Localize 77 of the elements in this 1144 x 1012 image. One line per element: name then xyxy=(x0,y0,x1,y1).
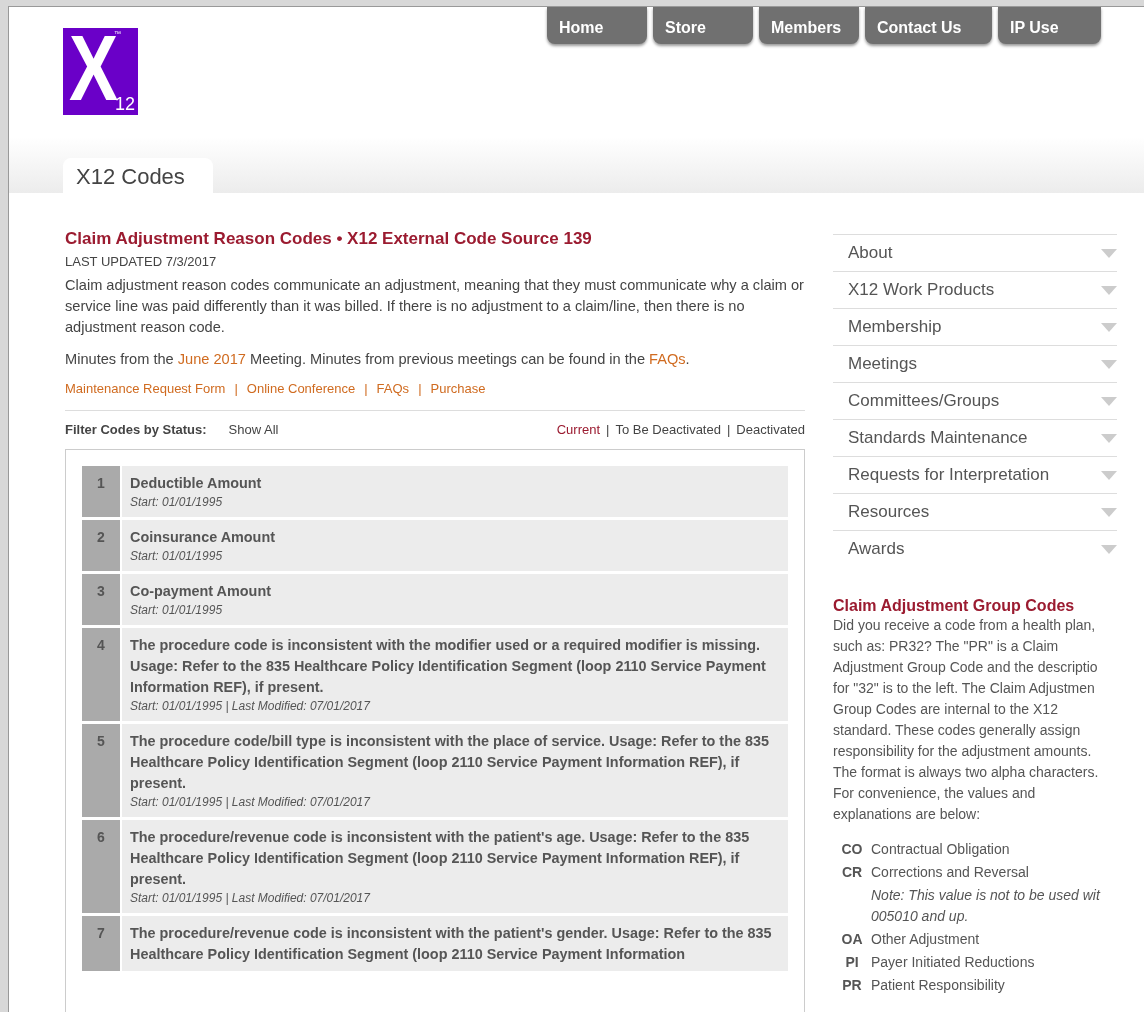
intro-paragraph: Claim adjustment reason codes communicate an adjustment, meaning that they must communicate why a claim or service line was paid differently than it was billed. If there is no adjustment to a claim/line, then there is no adjustment reason code. xyxy=(65,276,805,337)
sidebar-menu-item[interactable]: Awards xyxy=(833,530,1117,567)
page-title: Claim Adjustment Reason Codes • X12 External Code Source 139 xyxy=(65,229,593,249)
chevron-down-icon xyxy=(1101,544,1117,554)
code-dates: Start: 01/01/1995 | Last Modified: 07/01/2017 xyxy=(130,794,372,811)
sidebar-menu-item[interactable]: About xyxy=(833,234,1117,271)
chevron-down-icon xyxy=(1101,470,1117,480)
chevron-down-icon xyxy=(1101,248,1117,258)
section-tab[interactable]: X12 Codes xyxy=(63,158,213,193)
code-description: The procedure code is inconsistent with the modifier used or a required modifier is missing. Usage: Refer to the 835 Healthcare Policy Identification Segment (loop 2110 Service Payment Information REF), if present. xyxy=(130,636,767,697)
separator: | xyxy=(726,422,731,437)
group-codes-paragraph: Did you receive a code from a health plan, such as: PR32? The "PR" is a Claim Adjustment Group Code and the descriptio for "32" is to the left. The Claim Adjustmen Group Codes are internal to the X12 standard. These codes generally assign responsibility for the adjustment amounts. The format is always two alpha characters. For convenience, the values and explanations are below: xyxy=(833,616,1100,824)
minutes-paragraph: Minutes from the June 2017 Meeting. Minutes from previous meetings can be found in the FAQs. xyxy=(65,350,691,369)
resource-link[interactable]: Online Conference xyxy=(246,381,356,396)
code-number: 5 xyxy=(82,724,120,817)
nav-tab[interactable]: Store xyxy=(653,7,753,44)
group-code-meaning: Payer Initiated Reductions xyxy=(871,953,1036,972)
sidebar-menu-item[interactable]: Requests for Interpretation xyxy=(833,456,1117,493)
separator: | xyxy=(606,422,610,437)
group-code: OA xyxy=(840,930,864,949)
code-description: Coinsurance Amount xyxy=(130,528,276,547)
code-dates: Start: 01/01/1995 xyxy=(130,494,224,511)
last-updated: LAST UPDATED 7/3/2017 xyxy=(65,254,218,269)
chevron-down-icon xyxy=(1101,507,1117,517)
chevron-down-icon xyxy=(1101,359,1117,369)
code-description: Deductible Amount xyxy=(130,474,263,493)
group-code-meaning: Corrections and Reversal xyxy=(871,863,1030,882)
group-code-note: Note: This value is not to be used wit 005010 and up. xyxy=(871,886,1102,926)
code-description: The procedure/revenue code is inconsistent with the patient's age. Usage: Refer to the 835 Healthcare Policy Identification Segment (loop 2110 Service Payment Information REF), if present. xyxy=(130,828,751,889)
sidebar-menu-item[interactable]: Standards Maintenance xyxy=(833,419,1117,456)
code-number: 7 xyxy=(82,916,120,971)
separator: | xyxy=(418,381,422,396)
sidebar-menu-item[interactable]: Committees/Groups xyxy=(833,382,1117,419)
filter-label: Filter Codes by Status: xyxy=(65,422,207,437)
group-code: CO xyxy=(840,840,864,859)
sidebar-menu-item[interactable]: Resources xyxy=(833,493,1117,530)
minutes-link[interactable]: FAQs xyxy=(649,351,686,367)
nav-tab[interactable]: Home xyxy=(547,7,647,44)
code-dates: Start: 01/01/1995 xyxy=(130,548,224,565)
group-code-meaning: Other Adjustment xyxy=(871,930,981,949)
chevron-down-icon xyxy=(1101,396,1117,406)
status-filter-link[interactable]: Current xyxy=(556,422,601,437)
code-number: 4 xyxy=(82,628,120,721)
code-number: 2 xyxy=(82,520,120,571)
code-description: The procedure/revenue code is inconsistent with the patient's gender. Usage: Refer to the 835 Healthcare Policy Identification Segment (loop 2110 Service Payment Information xyxy=(130,924,773,964)
nav-tab[interactable]: Contact Us xyxy=(865,7,992,44)
code-dates: Start: 01/01/1995 | Last Modified: 07/01/2017 xyxy=(130,698,372,715)
group-codes-title: Claim Adjustment Group Codes xyxy=(833,597,1076,615)
chevron-down-icon xyxy=(1101,433,1117,443)
nav-tab[interactable]: Members xyxy=(759,7,859,44)
chevron-down-icon xyxy=(1101,322,1117,332)
chevron-down-icon xyxy=(1101,285,1117,295)
group-code: CR xyxy=(840,863,864,882)
minutes-link[interactable]: June 2017 xyxy=(177,351,246,367)
resource-link[interactable]: Purchase xyxy=(430,381,486,396)
nav-tab[interactable]: IP Use xyxy=(998,7,1101,44)
code-number: 3 xyxy=(82,574,120,625)
code-dates: Start: 01/01/1995 xyxy=(130,602,224,619)
sidebar-menu-item[interactable]: X12 Work Products xyxy=(833,271,1117,308)
code-description: Co-payment Amount xyxy=(130,582,272,601)
group-code-meaning: Contractual Obligation xyxy=(871,840,1011,859)
group-code-meaning: Patient Responsibility xyxy=(871,976,1006,995)
group-code: PR xyxy=(841,976,863,995)
code-dates: Start: 01/01/1995 | Last Modified: 07/01/2017 xyxy=(130,890,372,907)
sidebar-menu-item[interactable]: Membership xyxy=(833,308,1117,345)
status-filter-link[interactable]: Deactivated xyxy=(736,422,805,437)
resource-link[interactable]: Maintenance Request Form xyxy=(65,381,226,396)
code-number: 1 xyxy=(82,466,120,517)
separator: | xyxy=(364,381,368,396)
separator: | xyxy=(234,381,238,396)
resource-link[interactable]: FAQs xyxy=(376,381,410,396)
show-all-link[interactable]: Show All xyxy=(228,422,279,437)
code-description: The procedure code/bill type is inconsistent with the place of service. Usage: Refer to the 835 Healthcare Policy Identification Segment (loop 2110 Service Payment Information REF), if present. xyxy=(130,732,770,793)
sidebar-menu-item[interactable]: Meetings xyxy=(833,345,1117,382)
group-code: PI xyxy=(844,953,860,972)
status-filter-link[interactable]: To Be Deactivated xyxy=(615,422,721,437)
code-number: 6 xyxy=(82,820,120,913)
